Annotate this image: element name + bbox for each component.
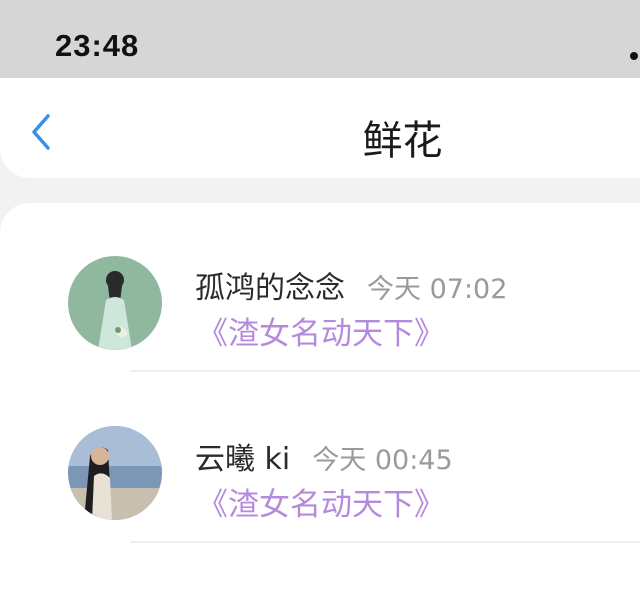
contact-name-row: 孤鸿的念念 今天 07:02 [195, 263, 507, 307]
nav-bar: 鲜花 [0, 78, 640, 178]
list-item[interactable]: 云曦 ki 今天 00:45 《渣女名动天下》 [0, 375, 640, 543]
avatar [68, 256, 162, 350]
message-preview: 《渣女名动天下》 [197, 487, 445, 523]
message-time: 今天 00:45 [312, 445, 453, 476]
contact-name: 孤鸿的念念 [195, 271, 345, 306]
status-bar: 23:48 [0, 0, 640, 78]
status-indicator-icon [630, 52, 638, 60]
list-item[interactable]: 孤鸿的念念 今天 07:02 《渣女名动天下》 [0, 203, 640, 372]
status-time: 23:48 [55, 28, 140, 63]
page-title: 鲜花 [362, 118, 443, 164]
divider [130, 541, 640, 543]
contact-name-row: 云曦 ki 今天 00:45 [195, 434, 453, 478]
avatar [68, 426, 162, 520]
message-time: 今天 07:02 [367, 274, 508, 305]
conversation-list: 孤鸿的念念 今天 07:02 《渣女名动天下》 云曦 ki 今天 00:45 《渣女… [0, 203, 640, 603]
message-preview: 《渣女名动天下》 [197, 316, 445, 352]
divider [130, 370, 640, 372]
contact-name: 云曦 ki [195, 442, 291, 477]
